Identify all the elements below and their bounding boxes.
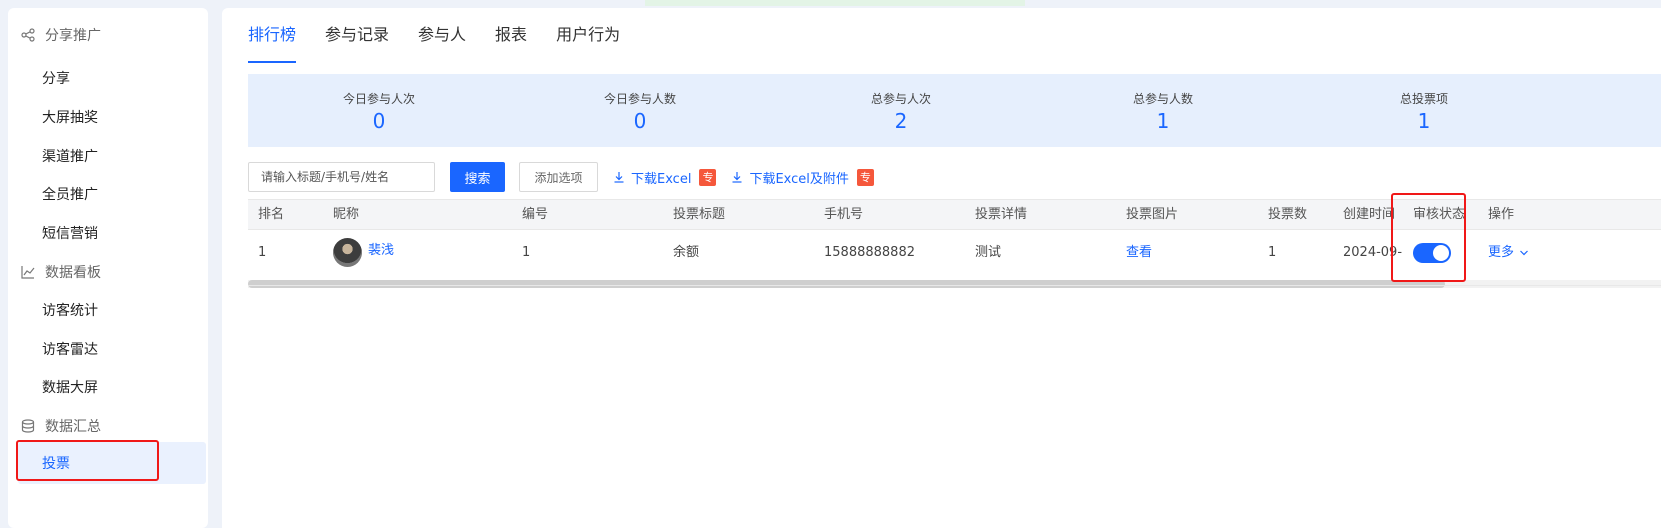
cell-phone: 15888888882: [824, 245, 915, 260]
cell-rank: 1: [258, 245, 267, 260]
stat-label: 总参与人次: [870, 92, 931, 106]
col-phone: 手机号: [824, 207, 864, 222]
tab-ranking[interactable]: 排行榜: [248, 25, 297, 63]
sidebar-item-staff-promotion[interactable]: 全员推广: [42, 183, 98, 207]
sidebar-group-label: 数据汇总: [45, 419, 101, 435]
download-excel-attach-link[interactable]: 下载Excel及附件 专: [731, 168, 874, 187]
download-icon: [732, 172, 742, 183]
view-image-link[interactable]: 查看: [1126, 243, 1152, 263]
stat-label: 总参与人数: [1132, 92, 1193, 106]
tab-records[interactable]: 参与记录: [325, 25, 389, 63]
sidebar-item-visitor-radar[interactable]: 访客雷达: [42, 338, 98, 362]
col-vote-image: 投票图片: [1126, 207, 1179, 222]
col-created-time: 创建时间: [1343, 207, 1396, 222]
sidebar-item-channel-promotion[interactable]: 渠道推广: [42, 145, 98, 169]
horizontal-scrollbar-thumb[interactable]: [248, 280, 1445, 288]
sidebar-group-label: 分享推广: [45, 28, 101, 44]
search-input[interactable]: [248, 162, 435, 192]
col-vote-detail: 投票详情: [975, 207, 1028, 222]
sidebar-group-label: 数据看板: [45, 265, 101, 281]
stat-value: 2: [894, 109, 908, 133]
stat-value: 0: [633, 109, 647, 133]
line-chart-icon: [19, 263, 37, 281]
stat-label: 今日参与人次: [342, 92, 415, 106]
add-option-button[interactable]: 添加选项: [519, 162, 598, 192]
stat-today-visits: 今日参与人次 0: [279, 91, 479, 133]
cell-number: 1: [522, 245, 531, 260]
more-label: 更多: [1488, 245, 1515, 260]
download-excel-link[interactable]: 下载Excel 专: [613, 168, 717, 187]
col-number: 编号: [522, 207, 549, 222]
stat-label: 总投票项: [1399, 92, 1448, 106]
col-rank: 排名: [258, 207, 285, 222]
top-notification-strip: [645, 0, 1025, 6]
tab-report[interactable]: 报表: [495, 25, 527, 63]
tab-bar: 排行榜 参与记录 参与人 报表 用户行为: [248, 25, 649, 63]
stat-today-people: 今日参与人数 0: [540, 91, 740, 133]
col-vote-title: 投票标题: [673, 207, 726, 222]
tab-participants[interactable]: 参与人: [418, 25, 466, 63]
stat-value: 1: [1417, 109, 1431, 133]
download-icon: [614, 172, 624, 183]
tab-user-behavior[interactable]: 用户行为: [556, 25, 620, 63]
highlight-box-review-status: [1391, 193, 1466, 282]
stat-label: 今日参与人数: [603, 92, 676, 106]
col-nickname: 昵称: [333, 207, 360, 222]
highlight-box-vote: [16, 440, 159, 481]
cell-vote-count: 1: [1268, 245, 1277, 260]
download-excel-attach-label: 下载Excel及附件: [749, 171, 849, 187]
search-button[interactable]: 搜索: [450, 162, 505, 192]
stat-total-people: 总参与人数 1: [1063, 91, 1263, 133]
toolbar: 搜索 添加选项 下载Excel 专 下载Excel及附件 专: [248, 161, 874, 193]
cell-vote-title: 余额: [673, 245, 700, 260]
sidebar-item-visitor-stats[interactable]: 访客统计: [42, 299, 98, 323]
chevron-down-icon: [1520, 250, 1528, 256]
col-vote-count: 投票数: [1268, 207, 1308, 222]
share-icon: [19, 26, 37, 44]
sidebar-group-dashboard: 数据看板: [19, 260, 101, 284]
sidebar-item-sms-marketing[interactable]: 短信营销: [42, 222, 98, 246]
sidebar-group-summary: 数据汇总: [19, 414, 101, 438]
avatar: [333, 238, 362, 267]
stats-panel: 今日参与人次 0 今日参与人数 0 总参与人次 2 总参与人数 1 总投票项 1: [248, 74, 1661, 147]
sidebar-item-data-screen[interactable]: 数据大屏: [42, 376, 98, 400]
more-actions-dropdown[interactable]: 更多: [1488, 243, 1529, 263]
nickname-link[interactable]: 裴浅: [368, 241, 394, 261]
sidebar-item-share[interactable]: 分享: [42, 67, 70, 91]
col-actions: 操作: [1488, 207, 1515, 222]
cell-vote-detail: 测试: [975, 245, 1002, 260]
download-excel-label: 下载Excel: [631, 171, 692, 187]
sidebar-item-big-screen-lottery[interactable]: 大屏抽奖: [42, 106, 98, 130]
sidebar-group-share: 分享推广: [19, 23, 101, 47]
cell-nickname: 裴浅: [333, 238, 394, 267]
table-bottom-divider: [248, 285, 1661, 286]
stat-value: 1: [1156, 109, 1170, 133]
pro-badge: 专: [856, 168, 874, 186]
pro-badge: 专: [699, 168, 717, 186]
stat-total-visits: 总参与人次 2: [801, 91, 1001, 133]
stat-value: 0: [372, 109, 386, 133]
database-icon: [19, 417, 37, 435]
stat-total-options: 总投票项 1: [1324, 91, 1524, 133]
